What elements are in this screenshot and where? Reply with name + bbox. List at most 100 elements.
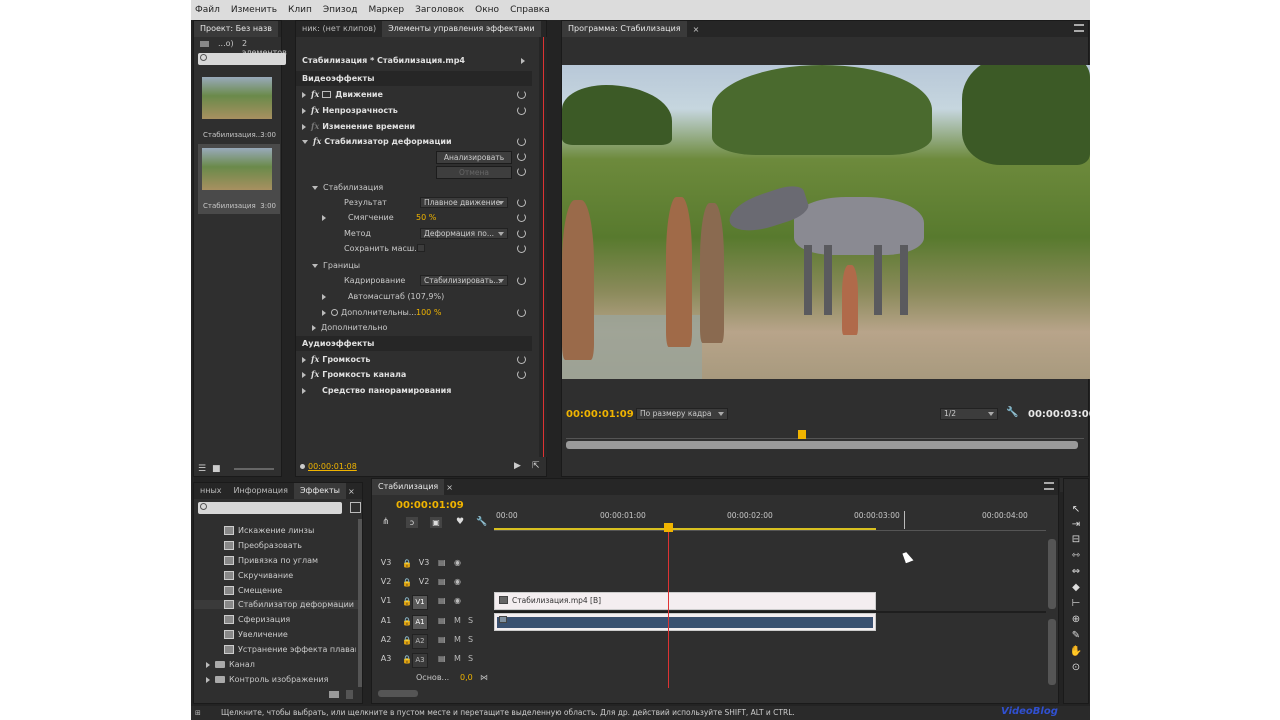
- effect-panner[interactable]: Средство панорамирования: [296, 383, 532, 398]
- vertical-scrollbar[interactable]: [1048, 619, 1056, 685]
- reset-icon[interactable]: [517, 198, 526, 207]
- tab-program[interactable]: Программа: Стабилизация: [562, 21, 687, 37]
- marker-icon[interactable]: ♥: [456, 517, 464, 527]
- track-select-tool-icon[interactable]: ⇥: [1068, 518, 1084, 532]
- lock-icon[interactable]: 🔒: [402, 655, 412, 664]
- mute-button[interactable]: M: [454, 635, 461, 644]
- reset-icon[interactable]: [517, 229, 526, 238]
- borders-group[interactable]: Границы: [296, 258, 532, 273]
- mute-button[interactable]: M: [454, 654, 461, 663]
- eye-icon[interactable]: ◉: [454, 596, 461, 605]
- clip-thumbnail[interactable]: Стабилизация... 3:00: [198, 73, 280, 143]
- effect-offset[interactable]: Смещение: [224, 586, 282, 595]
- rate-stretch-tool-icon[interactable]: ⇔: [1068, 565, 1084, 579]
- selection-tool-icon[interactable]: ↖: [1068, 503, 1084, 517]
- wrench-icon[interactable]: 🔧: [476, 517, 487, 527]
- panel-menu-icon[interactable]: [1044, 482, 1054, 490]
- effect-time-remap[interactable]: fx Изменение времени: [296, 119, 532, 134]
- zoom-slider[interactable]: [234, 468, 274, 470]
- folder-channel[interactable]: Канал: [206, 660, 255, 669]
- lock-icon[interactable]: 🔒: [402, 559, 412, 568]
- close-icon[interactable]: ×: [348, 487, 355, 496]
- track-target-a1[interactable]: A1: [412, 615, 428, 630]
- audio-clip[interactable]: [494, 613, 876, 631]
- master-value[interactable]: 0,0: [460, 673, 473, 682]
- lock-icon[interactable]: 🔒: [402, 597, 412, 606]
- framing-dropdown[interactable]: Стабилизировать...: [420, 275, 508, 286]
- export-icon[interactable]: ⇱: [532, 461, 540, 471]
- timeline-playhead[interactable]: [664, 523, 673, 532]
- stopwatch-icon[interactable]: [331, 309, 338, 316]
- tab-effect-controls[interactable]: Элементы управления эффектами: [382, 21, 541, 37]
- reset-icon[interactable]: [517, 370, 526, 379]
- smoothing-row[interactable]: Смягчение 50 %: [296, 210, 532, 225]
- solo-button[interactable]: S: [468, 654, 473, 663]
- tab-source[interactable]: ник: (нет клипов): [296, 21, 382, 37]
- effects-search-input[interactable]: [198, 502, 342, 514]
- pen-tool-icon[interactable]: ✎: [1068, 629, 1084, 643]
- new-folder-icon[interactable]: [329, 691, 339, 698]
- time-ruler[interactable]: 00:00 00:00:01:00 00:00:02:00 00:00:03:0…: [494, 509, 1046, 531]
- smoothing-value[interactable]: 50 %: [416, 210, 436, 225]
- cancel-button[interactable]: Отмена: [436, 166, 512, 179]
- linked-selection-icon[interactable]: ↄ: [406, 517, 418, 528]
- additional-value[interactable]: 100 %: [416, 305, 441, 320]
- slip-tool-icon[interactable]: ⊢: [1068, 597, 1084, 611]
- lock-icon[interactable]: 🔒: [402, 578, 412, 587]
- track-target-a2[interactable]: A2: [412, 634, 428, 649]
- scrollbar[interactable]: [358, 519, 362, 687]
- sync-icon[interactable]: ▤: [438, 635, 446, 644]
- hand-tool-icon[interactable]: ✋: [1068, 645, 1084, 659]
- tab-sequence[interactable]: Стабилизация: [372, 479, 445, 495]
- effect-opacity[interactable]: fx Непрозрачность: [296, 103, 532, 118]
- add-marker-icon[interactable]: ▣: [430, 517, 442, 528]
- track-target-v1[interactable]: V1: [412, 595, 428, 610]
- rolling-edit-tool-icon[interactable]: ⇿: [1068, 549, 1084, 563]
- list-view-icon[interactable]: ☰: [198, 464, 206, 474]
- solo-button[interactable]: S: [468, 616, 473, 625]
- effect-magnify[interactable]: Увеличение: [224, 630, 288, 639]
- effect-twirl[interactable]: Скручивание: [224, 571, 293, 580]
- sync-icon[interactable]: ▤: [438, 616, 446, 625]
- folder-image-control[interactable]: Контроль изображения: [206, 675, 328, 684]
- close-icon[interactable]: ×: [693, 25, 700, 34]
- tab-effects[interactable]: Эффекты: [293, 483, 346, 499]
- wrench-icon[interactable]: 🔧: [1006, 407, 1018, 418]
- menu-edit[interactable]: Изменить: [231, 5, 277, 15]
- reset-icon[interactable]: [517, 90, 526, 99]
- play-audio-icon[interactable]: ▶: [514, 461, 521, 471]
- result-dropdown[interactable]: Плавное движение: [420, 197, 508, 208]
- work-area-bar[interactable]: [494, 528, 876, 530]
- solo-button[interactable]: S: [468, 635, 473, 644]
- slide-tool-icon[interactable]: ⊕: [1068, 613, 1084, 627]
- effect-warp-stabilizer[interactable]: Стабилизатор деформации: [194, 600, 362, 609]
- scrub-ruler[interactable]: [566, 425, 1084, 439]
- reset-icon[interactable]: [517, 355, 526, 364]
- zoom-tool-icon[interactable]: ⊙: [1068, 661, 1084, 675]
- fit-dropdown[interactable]: По размеру кадра: [636, 408, 728, 420]
- analyze-button[interactable]: Анализировать: [436, 151, 512, 164]
- reset-icon[interactable]: [517, 106, 526, 115]
- advanced-group[interactable]: Дополнительно: [296, 320, 532, 335]
- effect-warp-stabilizer[interactable]: fx Стабилизатор деформации: [296, 134, 532, 149]
- effect-spherize[interactable]: Сферизация: [224, 615, 290, 624]
- vertical-scrollbar[interactable]: [1048, 539, 1056, 609]
- reset-icon[interactable]: [517, 167, 526, 176]
- sync-icon[interactable]: ▤: [438, 596, 446, 605]
- preserve-scale-checkbox[interactable]: [417, 244, 425, 252]
- project-search-input[interactable]: [198, 53, 286, 65]
- reset-icon[interactable]: [517, 244, 526, 253]
- tab-info[interactable]: Информация: [228, 483, 294, 499]
- video-frame[interactable]: [562, 65, 1090, 379]
- snap-icon[interactable]: ⋔: [382, 517, 390, 527]
- ripple-edit-tool-icon[interactable]: ⊟: [1068, 533, 1084, 547]
- reset-icon[interactable]: [517, 213, 526, 222]
- stabilization-group[interactable]: Стабилизация: [296, 180, 532, 195]
- menu-sequence[interactable]: Эпизод: [323, 5, 358, 15]
- additional-scale-row[interactable]: Дополнительны... 100 %: [296, 305, 532, 320]
- effect-corner-pin[interactable]: Привязка по углам: [224, 556, 318, 565]
- menu-window[interactable]: Окно: [475, 5, 499, 15]
- menu-help[interactable]: Справка: [510, 5, 550, 15]
- zoom-bar[interactable]: [566, 441, 1078, 449]
- program-timecode[interactable]: 00:00:01:09: [566, 409, 634, 420]
